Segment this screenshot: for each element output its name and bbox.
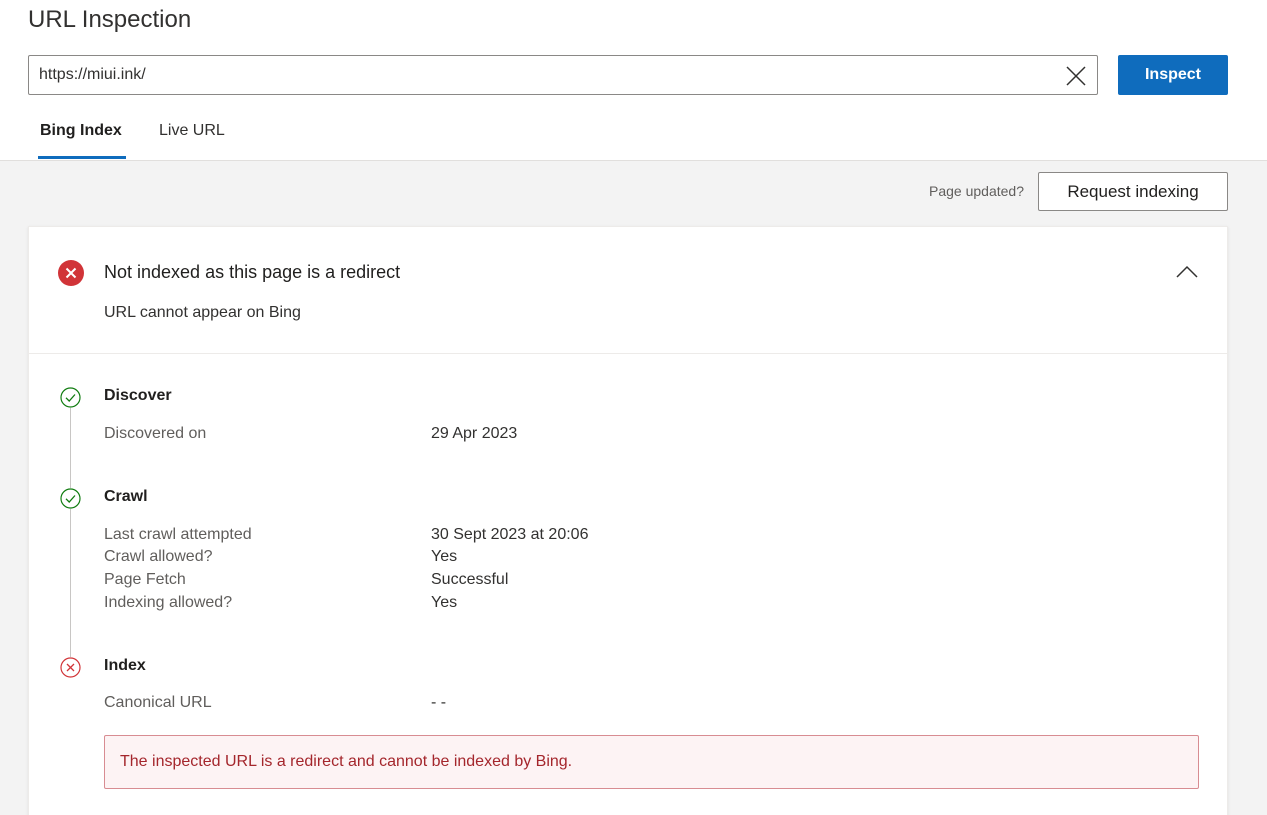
check-circle-icon	[60, 488, 81, 509]
tab-live-url[interactable]: Live URL	[159, 122, 225, 140]
header-panel: URL Inspection Inspect Bing Index Live U…	[0, 0, 1267, 161]
status-header: Not indexed as this page is a redirect U…	[29, 227, 1227, 354]
url-input[interactable]	[39, 56, 1049, 94]
crawl-allowed-value: Yes	[431, 548, 458, 565]
step-title-discover: Discover	[104, 387, 172, 404]
canonical-url-value: - -	[431, 694, 447, 711]
discovered-on-value: 29 Apr 2023	[431, 425, 518, 442]
page-fetch-value: Successful	[431, 571, 509, 588]
last-crawl-value: 30 Sept 2023 at 20:06	[431, 526, 589, 543]
active-tab-indicator	[38, 156, 126, 159]
crawl-allowed-label: Crawl allowed?	[104, 548, 213, 565]
step-title-index: Index	[104, 657, 146, 674]
chevron-up-icon[interactable]	[1175, 260, 1199, 284]
url-input-box[interactable]	[28, 55, 1098, 95]
timeline-line	[70, 407, 71, 657]
error-circle-icon	[58, 260, 84, 286]
page-fetch-label: Page Fetch	[104, 571, 186, 588]
status-subtitle: URL cannot appear on Bing	[104, 304, 301, 321]
status-title: Not indexed as this page is a redirect	[104, 262, 401, 282]
canonical-url-label: Canonical URL	[104, 694, 212, 711]
page-title: URL Inspection	[28, 6, 192, 33]
page-updated-text: Page updated?	[929, 183, 1024, 199]
discovered-on-label: Discovered on	[104, 425, 207, 442]
tab-bing-index[interactable]: Bing Index	[40, 122, 122, 140]
check-circle-icon	[60, 387, 81, 408]
error-message-text: The inspected URL is a redirect and cann…	[120, 753, 573, 770]
indexing-allowed-value: Yes	[431, 594, 458, 611]
last-crawl-label: Last crawl attempted	[104, 526, 252, 543]
error-circle-outline-icon	[60, 657, 81, 678]
clear-icon[interactable]	[1065, 65, 1087, 87]
indexing-allowed-label: Indexing allowed?	[104, 594, 233, 611]
inspect-button[interactable]: Inspect	[1118, 55, 1228, 95]
step-title-crawl: Crawl	[104, 488, 148, 505]
request-indexing-button[interactable]: Request indexing	[1038, 172, 1228, 211]
inspection-result-card: Not indexed as this page is a redirect U…	[28, 226, 1228, 815]
error-message-box: The inspected URL is a redirect and cann…	[104, 735, 1199, 789]
